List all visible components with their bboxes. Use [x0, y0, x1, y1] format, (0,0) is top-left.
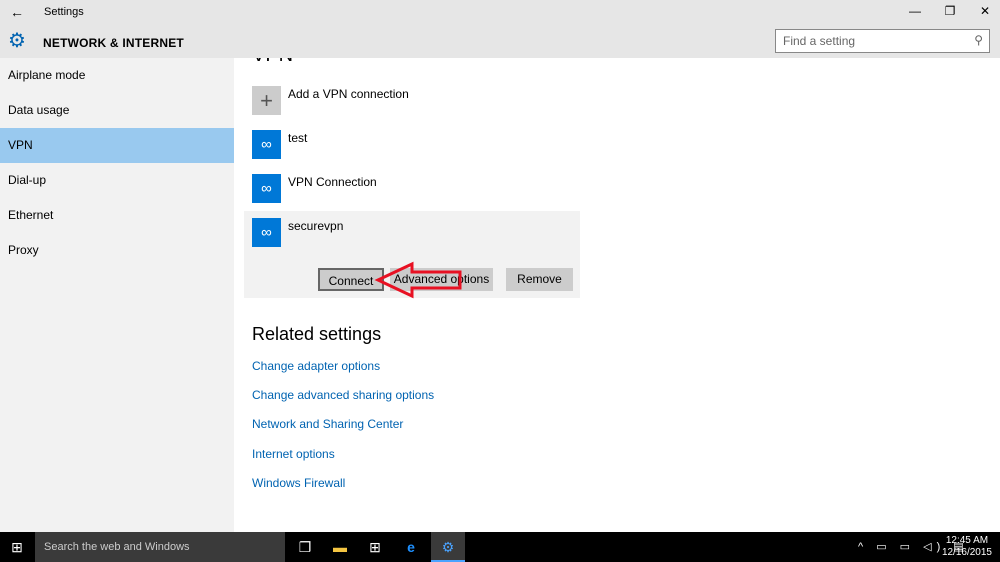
link-internet-options[interactable]: Internet options: [252, 447, 335, 461]
vpn-icon: ∞: [252, 130, 281, 159]
title-bar: ← Settings — ❐ ✕ ⚙ NETWORK & INTERNET Fi…: [0, 0, 1000, 58]
edge-icon[interactable]: e: [394, 532, 428, 562]
vpn-name: securevpn: [288, 219, 344, 233]
window-title: Settings: [44, 6, 84, 18]
back-arrow-icon[interactable]: ←: [10, 4, 24, 20]
taskbar-search-input[interactable]: Search the web and Windows: [35, 532, 285, 562]
section-title: NETWORK & INTERNET: [43, 36, 184, 50]
sidebar-item-dial-up[interactable]: Dial-up: [0, 163, 234, 198]
close-button[interactable]: ✕: [975, 4, 995, 18]
sidebar: Airplane mode Data usage VPN Dial-up Eth…: [0, 58, 234, 532]
sidebar-item-ethernet[interactable]: Ethernet: [0, 198, 234, 233]
sidebar-item-vpn[interactable]: VPN: [0, 128, 234, 163]
link-network-sharing-center[interactable]: Network and Sharing Center: [252, 417, 403, 431]
store-icon[interactable]: ⊞: [358, 532, 392, 562]
sidebar-item-airplane-mode[interactable]: Airplane mode: [0, 58, 234, 93]
plus-icon: +: [252, 86, 281, 115]
main-content: VPN + Add a VPN connection ∞ test ∞ VPN …: [234, 58, 1000, 532]
settings-app-icon[interactable]: ⚙: [431, 532, 465, 562]
restore-button[interactable]: ❐: [940, 4, 960, 18]
vpn-item-securevpn[interactable]: ∞ securevpn: [252, 218, 582, 262]
related-settings-heading: Related settings: [252, 324, 382, 344]
date: 12/16/2015: [941, 547, 992, 558]
remove-button[interactable]: Remove: [506, 268, 573, 291]
red-arrow-annotation: [374, 261, 462, 299]
add-vpn-button[interactable]: + Add a VPN connection: [252, 86, 582, 130]
file-explorer-icon[interactable]: ▬: [323, 532, 357, 562]
add-vpn-label: Add a VPN connection: [288, 87, 409, 101]
link-change-advanced-sharing[interactable]: Change advanced sharing options: [252, 388, 434, 402]
link-windows-firewall[interactable]: Windows Firewall: [252, 476, 345, 490]
taskbar: ⊞ Search the web and Windows ❐ ▬ ⊞ e ⚙ ^…: [0, 532, 1000, 562]
clock[interactable]: 12:45 AM 12/16/2015: [942, 535, 992, 559]
vpn-name: test: [288, 131, 308, 145]
search-input[interactable]: Find a setting ⚲: [775, 29, 990, 53]
sidebar-item-data-usage[interactable]: Data usage: [0, 93, 234, 128]
task-view-icon[interactable]: ❐: [288, 532, 322, 562]
page-title: VPN: [252, 58, 293, 67]
search-placeholder: Find a setting: [783, 34, 856, 48]
start-windows-icon[interactable]: ⊞: [0, 532, 34, 562]
link-change-adapter-options[interactable]: Change adapter options: [252, 359, 380, 373]
gear-icon: ⚙: [8, 30, 26, 52]
time: 12:45 AM: [945, 535, 989, 546]
sidebar-item-proxy[interactable]: Proxy: [0, 233, 234, 268]
search-icon[interactable]: ⚲: [974, 33, 983, 47]
vpn-name: VPN Connection: [288, 175, 377, 189]
vpn-icon: ∞: [252, 218, 281, 247]
vpn-item-test[interactable]: ∞ test: [252, 130, 582, 174]
minimize-button[interactable]: —: [905, 4, 925, 18]
vpn-icon: ∞: [252, 174, 281, 203]
